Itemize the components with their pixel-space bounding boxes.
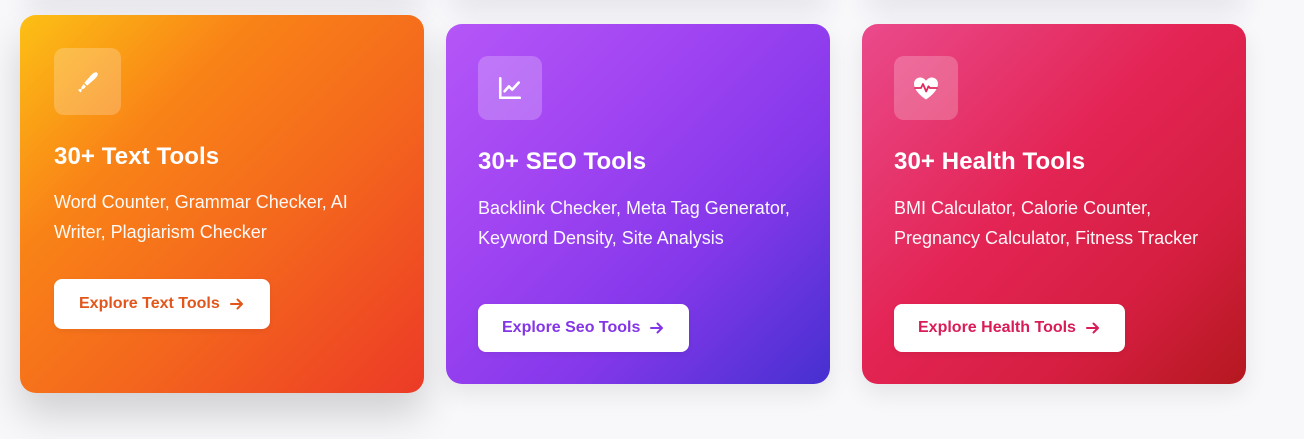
card-title: 30+ SEO Tools <box>478 148 647 175</box>
pen-nib-icon <box>77 71 98 92</box>
explore-seo-tools-button[interactable]: Explore Seo Tools <box>478 304 690 352</box>
heart-pulse-icon <box>914 77 938 100</box>
button-label: Explore Text Tools <box>79 295 220 312</box>
arrow-right-icon <box>650 322 664 334</box>
arrow-right-icon <box>1085 322 1099 334</box>
button-label: Explore Health Tools <box>918 319 1076 336</box>
text-tools-icon-box <box>54 48 121 115</box>
seo-tools-icon-box <box>478 56 542 120</box>
explore-text-tools-button[interactable]: Explore Text Tools <box>54 279 270 329</box>
card-title: 30+ Health Tools <box>894 148 1086 175</box>
button-label: Explore Seo Tools <box>502 319 641 336</box>
card-title: 30+ Text Tools <box>54 143 220 170</box>
explore-health-tools-button[interactable]: Explore Health Tools <box>894 304 1125 352</box>
card-description: Word Counter, Grammar Checker, AI Writer… <box>54 192 348 242</box>
card-description: BMI Calculator, Calorie Counter, Pregnan… <box>894 198 1199 248</box>
chart-line-icon <box>498 76 522 100</box>
arrow-right-icon <box>229 298 243 310</box>
health-tools-card: 30+ Health Tools BMI Calculator, Calorie… <box>862 24 1246 384</box>
card-description: Backlink Checker, Meta Tag Generator, Ke… <box>478 198 790 248</box>
health-tools-icon-box <box>894 56 958 120</box>
seo-tools-card: 30+ SEO Tools Backlink Checker, Meta Tag… <box>446 24 830 384</box>
text-tools-card: 30+ Text Tools Word Counter, Grammar Che… <box>20 15 424 393</box>
